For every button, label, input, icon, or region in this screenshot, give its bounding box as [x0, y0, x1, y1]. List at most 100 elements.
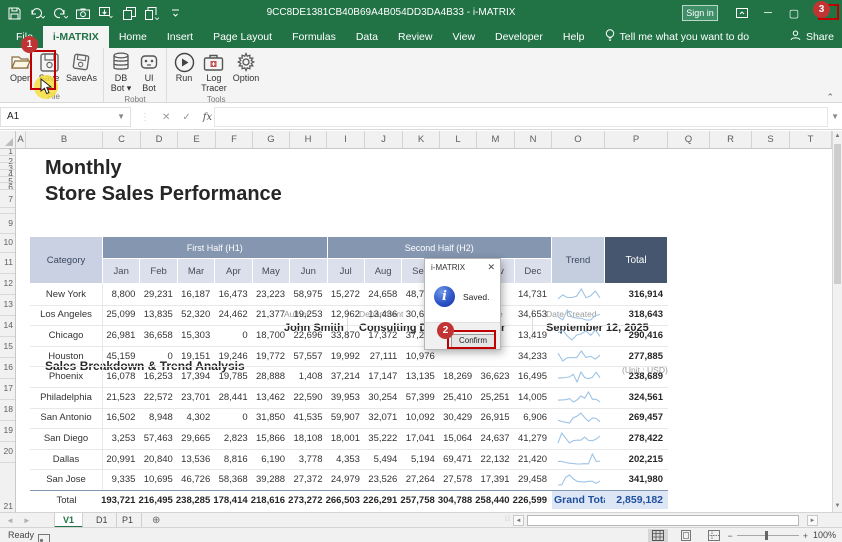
vertical-scrollbar[interactable]: ▲ ▼	[832, 131, 842, 512]
column-header-F[interactable]: F	[216, 131, 253, 148]
horizontal-scrollbar[interactable]	[527, 515, 805, 526]
prev-sheet-icon[interactable]: ◄	[6, 516, 14, 525]
option-button[interactable]: Option	[231, 50, 262, 84]
row-header-7[interactable]: 7	[8, 194, 13, 204]
row-header-12[interactable]: 12	[4, 278, 13, 288]
expand-formula-bar-icon[interactable]: ▼	[831, 112, 839, 121]
name-box[interactable]: A1▼	[0, 107, 131, 127]
column-header-B[interactable]: B	[26, 131, 103, 148]
name-box-dropdown-icon[interactable]: ▼	[117, 108, 125, 126]
column-header-I[interactable]: I	[327, 131, 365, 148]
hscroll-left-icon[interactable]: ◄	[513, 515, 524, 526]
page-break-view-icon[interactable]	[704, 529, 724, 542]
macro-record-icon[interactable]	[38, 531, 50, 542]
normal-view-icon[interactable]	[648, 529, 668, 542]
row-header-19[interactable]: 19	[4, 425, 13, 435]
row-header-13[interactable]: 13	[4, 299, 13, 309]
row-header-18[interactable]: 18	[4, 404, 13, 414]
column-header-C[interactable]: C	[103, 131, 141, 148]
row-header-14[interactable]: 14	[4, 320, 13, 330]
tab-page-layout[interactable]: Page Layout	[203, 26, 282, 48]
column-header-G[interactable]: G	[253, 131, 290, 148]
zoom-in-icon[interactable]: +	[803, 531, 808, 541]
new-sheet-icon[interactable]: ⊕	[152, 513, 160, 528]
redo-icon[interactable]	[52, 5, 68, 21]
row-header-9[interactable]: 9	[8, 218, 13, 228]
column-header-K[interactable]: K	[403, 131, 440, 148]
zoom-slider[interactable]	[737, 535, 799, 536]
tab-review[interactable]: Review	[388, 26, 442, 48]
select-all-corner[interactable]	[0, 131, 16, 148]
zoom-out-icon[interactable]: −	[727, 531, 732, 541]
tab-help[interactable]: Help	[553, 26, 595, 48]
export-icon[interactable]	[98, 5, 114, 21]
row-header-20[interactable]: 20	[4, 446, 13, 456]
cell-value: 16,187	[178, 284, 215, 305]
next-sheet-icon[interactable]: ►	[23, 516, 31, 525]
column-header-J[interactable]: J	[365, 131, 403, 148]
column-header-M[interactable]: M	[477, 131, 515, 148]
cancel-formula-icon[interactable]: ✕	[162, 112, 170, 123]
tab-data[interactable]: Data	[346, 26, 388, 48]
sheet-tab-d1[interactable]: D1	[88, 513, 117, 528]
month-header-may: May	[253, 259, 290, 284]
saveas-button[interactable]: SaveAs	[64, 50, 99, 84]
column-header-A[interactable]: A	[16, 131, 26, 148]
column-header-N[interactable]: N	[515, 131, 552, 148]
hscroll-right-icon[interactable]: ►	[807, 515, 818, 526]
vertical-scroll-thumb[interactable]	[834, 144, 841, 284]
tab-developer[interactable]: Developer	[485, 26, 553, 48]
column-header-D[interactable]: D	[141, 131, 178, 148]
camera-icon[interactable]	[75, 5, 91, 21]
worksheet[interactable]: 12345679101112131415161718192021 Monthly…	[0, 149, 832, 512]
column-header-P[interactable]: P	[605, 131, 668, 148]
insert-function-icon[interactable]: fx	[203, 112, 212, 123]
tab-view[interactable]: View	[442, 26, 485, 48]
scrollbar-grip[interactable]: ⁞⁞	[505, 516, 511, 523]
save-icon[interactable]	[6, 5, 22, 21]
dialog-close-icon[interactable]: ✕	[487, 262, 495, 273]
minimize-button[interactable]: ─	[756, 0, 780, 26]
tab-home[interactable]: Home	[109, 26, 157, 48]
column-header-Q[interactable]: Q	[668, 131, 710, 148]
column-header-T[interactable]: T	[790, 131, 832, 148]
column-header-E[interactable]: E	[178, 131, 216, 148]
tab-i-matrix[interactable]: i-MATRIX	[43, 26, 109, 48]
row-total: 341,980	[605, 469, 668, 490]
tell-me-box[interactable]: Tell me what you want to do	[595, 26, 760, 48]
row-header-16[interactable]: 16	[4, 362, 13, 372]
scroll-down-icon[interactable]: ▼	[833, 501, 842, 512]
ui-bot-button[interactable]: UIBot	[136, 50, 162, 94]
row-header-15[interactable]: 15	[4, 341, 13, 351]
undo-icon[interactable]	[29, 5, 45, 21]
db-bot-button[interactable]: DBBot ▾	[108, 50, 134, 94]
log-tracer-button[interactable]: LogTracer	[199, 50, 229, 94]
column-header-S[interactable]: S	[752, 131, 790, 148]
ribbon-display-options-icon[interactable]	[730, 0, 754, 26]
collapse-ribbon-icon[interactable]: ⌃	[826, 92, 834, 103]
row-header-17[interactable]: 17	[4, 383, 13, 393]
run-button[interactable]: Run	[171, 50, 197, 84]
formula-input[interactable]	[214, 107, 828, 127]
scroll-up-icon[interactable]: ▲	[833, 131, 842, 142]
sheet-tab-v1[interactable]: V1	[54, 513, 83, 528]
column-header-O[interactable]: O	[552, 131, 605, 148]
row-header-6[interactable]: 6	[8, 182, 13, 192]
maximize-button[interactable]: ▢	[782, 0, 806, 26]
row-header-11[interactable]: 11	[4, 257, 13, 267]
sheet-tab-p1[interactable]: P1	[114, 513, 142, 528]
zoom-slider-handle[interactable]	[765, 531, 768, 540]
row-header-10[interactable]: 10	[4, 237, 13, 247]
horizontal-scroll-thumb[interactable]	[527, 515, 799, 526]
column-header-H[interactable]: H	[290, 131, 327, 148]
sign-in-button[interactable]: Sign in	[682, 5, 718, 21]
column-header-R[interactable]: R	[710, 131, 752, 148]
column-header-L[interactable]: L	[440, 131, 477, 148]
tab-insert[interactable]: Insert	[157, 26, 203, 48]
enter-formula-icon[interactable]: ✓	[182, 112, 190, 123]
tab-formulas[interactable]: Formulas	[282, 26, 346, 48]
cell-value: 24,462	[215, 305, 252, 326]
row-header-21[interactable]: 21	[4, 501, 13, 511]
page-layout-view-icon[interactable]	[676, 529, 696, 542]
share-button[interactable]: Share	[790, 26, 834, 48]
